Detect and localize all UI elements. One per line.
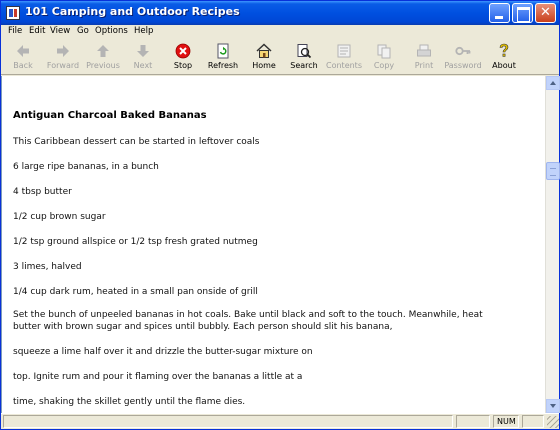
menu-help[interactable]: Help <box>134 26 153 36</box>
next-label: Next <box>133 61 153 70</box>
back-label: Back <box>13 61 33 70</box>
up-arrow-icon <box>97 45 109 57</box>
ingredient-spice: 1/2 tsp ground allspice or 1/2 tsp fresh… <box>13 237 258 247</box>
instructions-line-1: Set the bunch of unpeeled bananas in hot… <box>13 310 483 320</box>
next-button[interactable]: Next <box>122 41 164 73</box>
minimize-button[interactable] <box>489 3 510 23</box>
copy-icon <box>377 44 391 59</box>
stop-icon <box>175 43 191 59</box>
password-button[interactable]: Password <box>442 41 484 73</box>
scroll-down-button[interactable] <box>546 399 560 413</box>
ingredient-limes: 3 limes, halved <box>13 262 82 272</box>
menu-file[interactable]: File <box>8 26 22 36</box>
title-bar[interactable]: 101 Camping and Outdoor Recipes ✕ <box>1 1 559 25</box>
scroll-thumb[interactable] <box>546 162 560 180</box>
ingredient-rum: 1/4 cup dark rum, heated in a small pan … <box>13 287 258 297</box>
previous-label: Previous <box>86 61 120 70</box>
previous-button[interactable]: Previous <box>82 41 124 73</box>
print-icon <box>417 44 431 57</box>
menu-go[interactable]: Go <box>77 26 89 36</box>
refresh-button[interactable]: Refresh <box>202 41 244 73</box>
forward-label: Forward <box>46 61 80 70</box>
home-icon <box>256 43 272 58</box>
app-window: 101 Camping and Outdoor Recipes ✕ File E… <box>0 0 560 430</box>
scroll-up-button[interactable] <box>546 76 560 90</box>
forward-arrow-icon <box>57 45 69 57</box>
home-label: Home <box>252 61 276 70</box>
about-button[interactable]: About <box>483 41 525 73</box>
resize-grip[interactable] <box>547 416 559 428</box>
instructions-line-3: squeeze a lime half over it and drizzle … <box>13 347 313 357</box>
vertical-scrollbar[interactable] <box>545 76 560 413</box>
search-label: Search <box>290 61 318 70</box>
status-bar: NUM <box>1 413 559 429</box>
stop-label: Stop <box>173 61 193 70</box>
ingredient-butter: 4 tbsp butter <box>13 187 72 197</box>
copy-button[interactable]: Copy <box>363 41 405 73</box>
toolbar: Back Forward Previous Next Stop Refresh … <box>1 39 559 75</box>
back-button[interactable]: Back <box>2 41 44 73</box>
print-label: Print <box>414 61 434 70</box>
menu-view[interactable]: View <box>50 26 70 36</box>
menu-options[interactable]: Options <box>95 26 128 36</box>
app-book-icon[interactable] <box>6 6 20 20</box>
copy-label: Copy <box>373 61 395 70</box>
menu-bar: File Edit View Go Options Help <box>1 25 559 39</box>
contents-button[interactable]: Contents <box>323 41 365 73</box>
instructions-line-2: butter with brown sugar and spices until… <box>13 322 393 332</box>
forward-button[interactable]: Forward <box>42 41 84 73</box>
about-label: About <box>492 61 516 70</box>
password-label: Password <box>444 61 482 70</box>
status-pane-end <box>522 415 544 428</box>
back-arrow-icon <box>17 45 29 57</box>
about-icon <box>499 43 509 57</box>
recipe-title: Antiguan Charcoal Baked Bananas <box>13 110 207 121</box>
close-icon: ✕ <box>540 5 551 20</box>
num-lock-indicator: NUM <box>493 415 519 428</box>
status-pane-blank <box>456 415 490 428</box>
close-button[interactable]: ✕ <box>535 3 556 23</box>
window-title: 101 Camping and Outdoor Recipes <box>25 5 240 18</box>
recipe-intro: This Caribbean dessert can be started in… <box>13 137 260 147</box>
stop-button[interactable]: Stop <box>162 41 204 73</box>
menu-edit[interactable]: Edit <box>29 26 45 36</box>
print-button[interactable]: Print <box>403 41 445 73</box>
refresh-label: Refresh <box>207 61 239 70</box>
instructions-line-4: top. Ignite rum and pour it flaming over… <box>13 372 303 382</box>
search-icon <box>297 44 312 59</box>
search-button[interactable]: Search <box>283 41 325 73</box>
contents-label: Contents <box>326 61 362 70</box>
instructions-line-5: time, shaking the skillet gently until t… <box>13 397 246 407</box>
ingredient-bananas: 6 large ripe bananas, in a bunch <box>13 162 159 172</box>
recipe-document[interactable]: Antiguan Charcoal Baked Bananas This Car… <box>1 76 545 413</box>
maximize-button[interactable] <box>512 3 533 23</box>
home-button[interactable]: Home <box>243 41 285 73</box>
contents-icon <box>337 44 351 58</box>
refresh-icon <box>217 43 229 59</box>
key-icon <box>455 46 471 56</box>
ingredient-brown-sugar: 1/2 cup brown sugar <box>13 212 106 222</box>
down-arrow-icon <box>137 45 149 57</box>
status-message-pane <box>3 415 453 428</box>
